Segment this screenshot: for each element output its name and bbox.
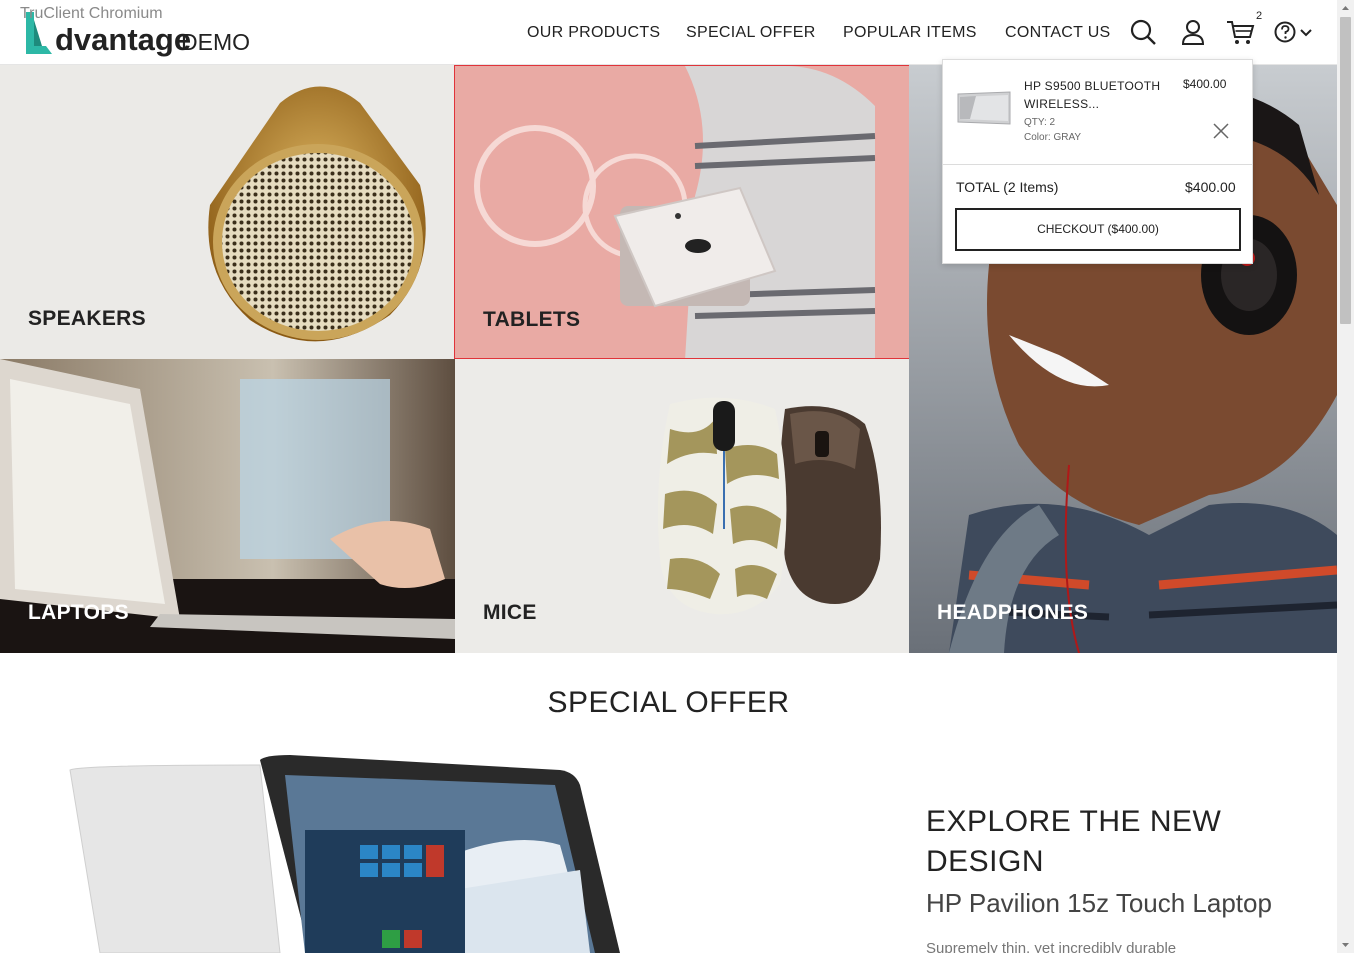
category-tablets[interactable]: TABLETS xyxy=(454,65,910,359)
special-offer-heading: SPECIAL OFFER xyxy=(547,686,790,719)
logo-text: dvantage xyxy=(55,22,192,57)
category-speakers[interactable]: SPEAKERS xyxy=(0,65,454,359)
cart-item-qty: QTY: 2 xyxy=(1024,117,1056,128)
page: dvantage DEMO TruClient Chromium OUR PRO… xyxy=(0,0,1354,953)
scrollbar-thumb[interactable] xyxy=(1340,17,1351,324)
scroll-up-arrow-icon[interactable] xyxy=(1337,0,1354,17)
cart-item-color: Color: GRAY xyxy=(1024,132,1082,143)
category-label-mice: MICE xyxy=(483,601,537,624)
scroll-down-arrow-icon[interactable] xyxy=(1337,936,1354,953)
cart-total-value: $400.00 xyxy=(1185,179,1236,195)
remove-item-icon[interactable] xyxy=(1212,122,1230,140)
search-icon[interactable] xyxy=(1128,17,1158,47)
logo-demo-text: DEMO xyxy=(181,29,250,55)
nav-popular-items[interactable]: POPULAR ITEMS xyxy=(843,24,977,42)
cart-total-label: TOTAL (2 Items) xyxy=(956,179,1059,195)
special-offer-description: Supremely thin, yet incredibly durable xyxy=(926,940,1177,953)
nav-special-offer[interactable]: SPECIAL OFFER xyxy=(686,24,816,42)
header: dvantage DEMO TruClient Chromium OUR PRO… xyxy=(0,0,1337,65)
cart-popup: HP S9500 BLUETOOTH WIRELESS... $400.00 Q… xyxy=(942,59,1253,264)
special-offer-laptop-image xyxy=(69,755,620,953)
cart-item-price: $400.00 xyxy=(1183,77,1227,91)
category-label-speakers: SPEAKERS xyxy=(28,307,146,330)
category-label-laptops: LAPTOPS xyxy=(28,601,129,624)
cart-icon[interactable] xyxy=(1225,17,1255,47)
window-title: TruClient Chromium xyxy=(20,5,163,22)
cart-divider xyxy=(943,164,1252,165)
nav-our-products[interactable]: OUR PRODUCTS xyxy=(527,24,660,42)
vertical-scrollbar[interactable] xyxy=(1337,0,1354,953)
special-offer-title: EXPLORE THE NEW DESIGN xyxy=(926,805,1222,878)
nav-contact-us[interactable]: CONTACT US xyxy=(1005,24,1111,42)
checkout-button[interactable]: CHECKOUT ($400.00) xyxy=(955,208,1241,251)
cart-count-badge: 2 xyxy=(1256,10,1263,22)
cart-item-thumbnail[interactable] xyxy=(956,88,1012,128)
category-mice[interactable]: MICE xyxy=(455,359,909,653)
category-label-headphones: HEADPHONES xyxy=(937,601,1089,624)
category-label-tablets: TABLETS xyxy=(483,308,581,331)
special-offer-subtitle: HP Pavilion 15z Touch Laptop xyxy=(926,888,1272,918)
chevron-down-icon[interactable] xyxy=(1298,17,1314,47)
user-icon[interactable] xyxy=(1178,17,1208,47)
cart-item-name[interactable]: HP S9500 BLUETOOTH WIRELESS... xyxy=(1024,77,1174,113)
category-laptops[interactable]: LAPTOPS xyxy=(0,359,455,653)
